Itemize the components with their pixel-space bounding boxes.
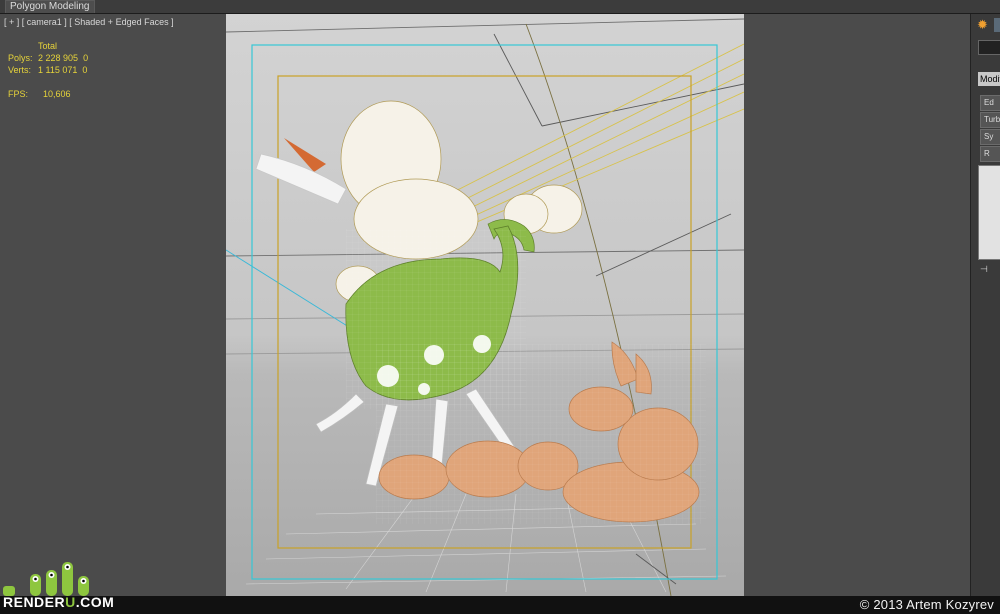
verts-selected: 0 xyxy=(82,65,88,75)
ribbon-bar: Polygon Modeling xyxy=(0,0,1000,14)
verts-value: 1 115 071 xyxy=(38,65,78,75)
modifier-list-dropdown[interactable]: Modifi xyxy=(978,72,1000,86)
model-tail-mesh xyxy=(376,344,706,524)
stats-polys-row: Polys: 2 228 905 0 xyxy=(8,52,88,64)
stats-header: Total xyxy=(38,41,58,51)
verts-label: Verts: xyxy=(8,65,32,75)
command-panel: ✹ Modifi Ed Turb Sy R ⊣ xyxy=(970,14,1000,596)
viewport-statistics: Total Polys: 2 228 905 0 Verts: 1 115 071 … xyxy=(8,40,88,100)
fps-label: FPS: xyxy=(8,89,29,99)
modifier-button-2[interactable]: Turb xyxy=(980,112,1000,128)
renderu-logo: RENDERU.COM xyxy=(0,556,115,614)
renderu-logo-text: RENDERU.COM xyxy=(3,594,115,610)
object-name-field[interactable] xyxy=(978,40,1000,55)
stats-fps-row: FPS: 10,606 xyxy=(8,88,88,100)
pin-stack-icon[interactable]: ⊣ xyxy=(980,264,998,276)
modifier-button-4[interactable]: R xyxy=(980,146,1000,162)
stats-verts-row: Verts: 1 115 071 0 xyxy=(8,64,88,76)
tab-polygon-modeling[interactable]: Polygon Modeling xyxy=(5,0,95,13)
camera-render-region[interactable] xyxy=(226,14,744,596)
fps-value: 10,606 xyxy=(43,89,71,99)
command-panel-tabs: ✹ xyxy=(975,17,1000,33)
modify-tab-icon[interactable] xyxy=(994,18,1000,32)
modifier-button-3[interactable]: Sy xyxy=(980,129,1000,145)
modifier-stack-list[interactable] xyxy=(978,165,1000,260)
renderu-logo-mascots xyxy=(3,562,89,596)
caption-bar: © 2013 Artem Kozyrev xyxy=(0,596,1000,614)
modifier-button-1[interactable]: Ed xyxy=(980,95,1000,111)
copyright-credit: © 2013 Artem Kozyrev xyxy=(859,597,994,612)
create-tab-icon[interactable]: ✹ xyxy=(977,18,991,32)
polys-label: Polys: xyxy=(8,53,33,63)
viewport-label[interactable]: [ + ] [ camera1 ] [ Shaded + Edged Faces… xyxy=(4,17,174,27)
polys-selected: 0 xyxy=(83,53,89,63)
polys-value: 2 228 905 xyxy=(38,53,79,63)
